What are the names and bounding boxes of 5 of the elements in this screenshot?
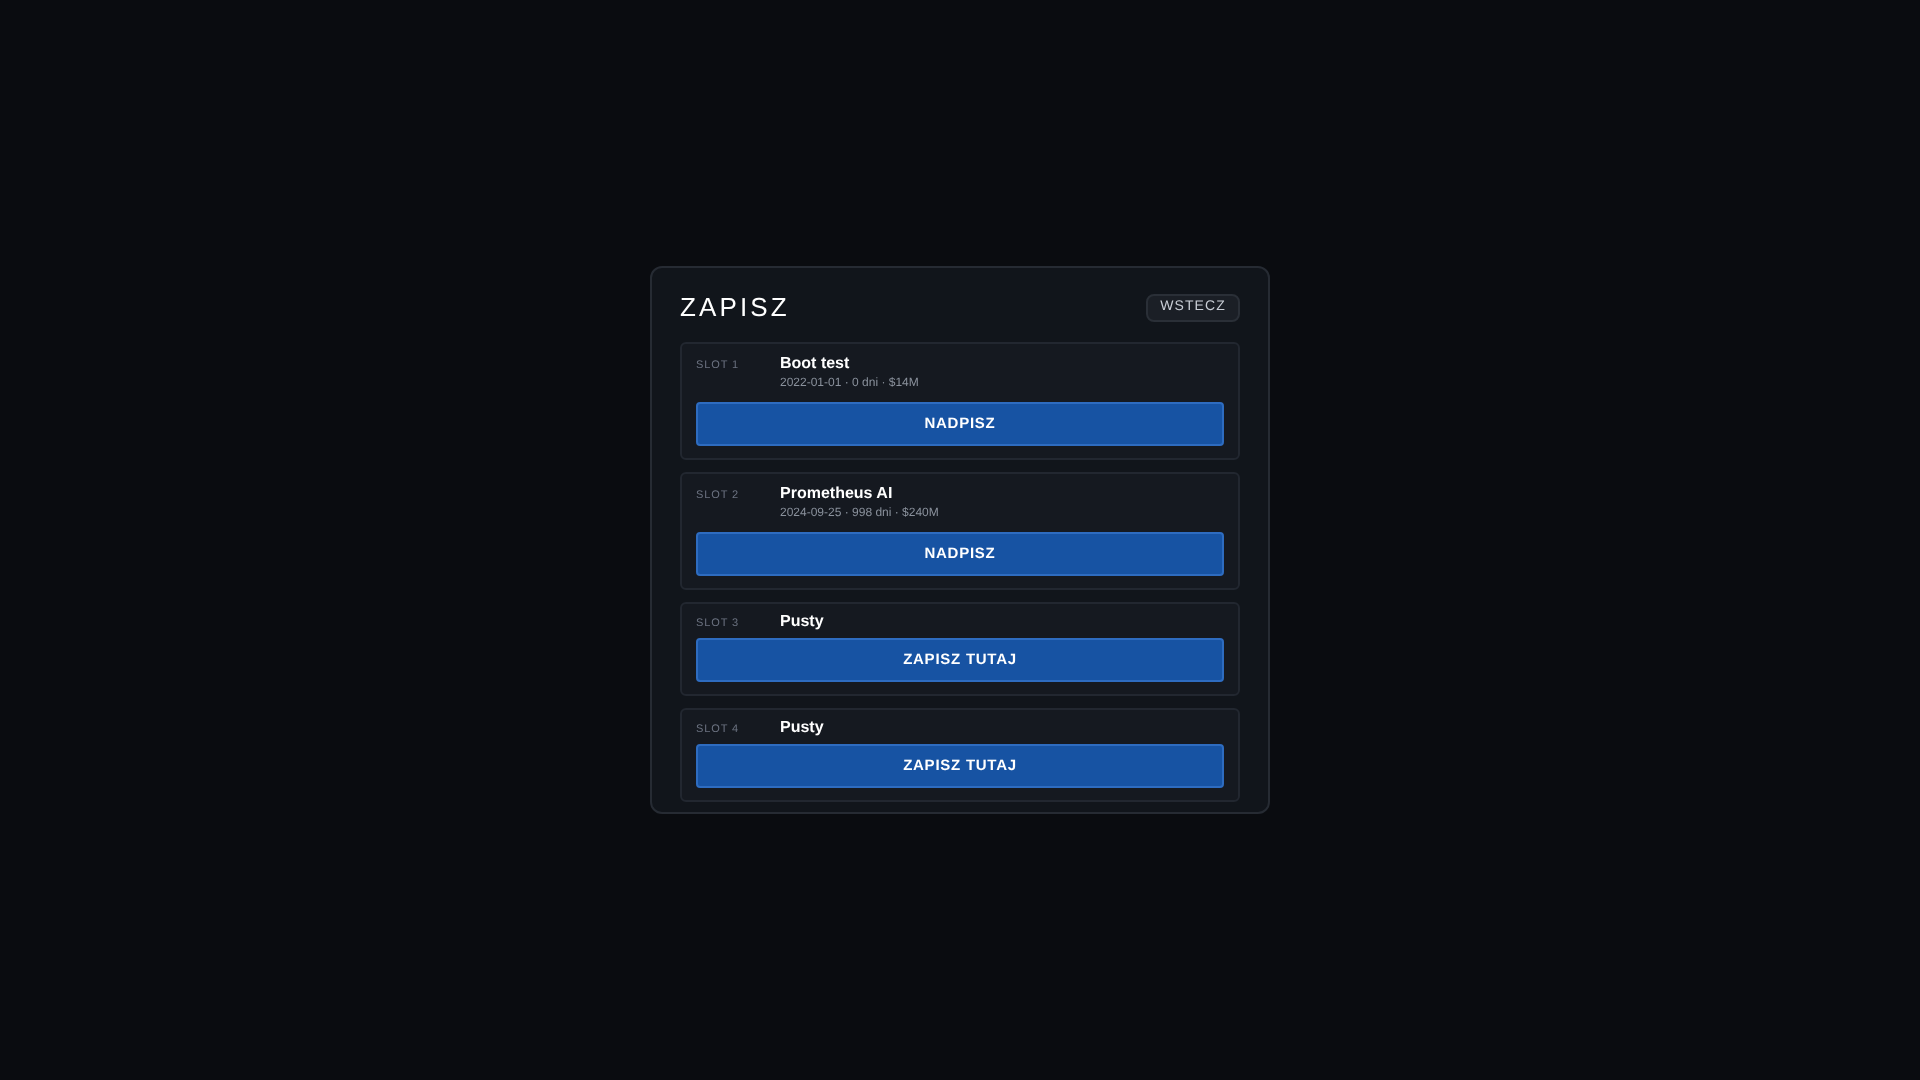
dialog-title: ZAPISZ: [680, 290, 790, 327]
slot-name: Prometheus AI: [780, 484, 895, 504]
slot-name: Boot test: [780, 354, 852, 374]
slot-name: Pusty: [780, 717, 824, 738]
slot-name: Pusty: [780, 612, 824, 632]
